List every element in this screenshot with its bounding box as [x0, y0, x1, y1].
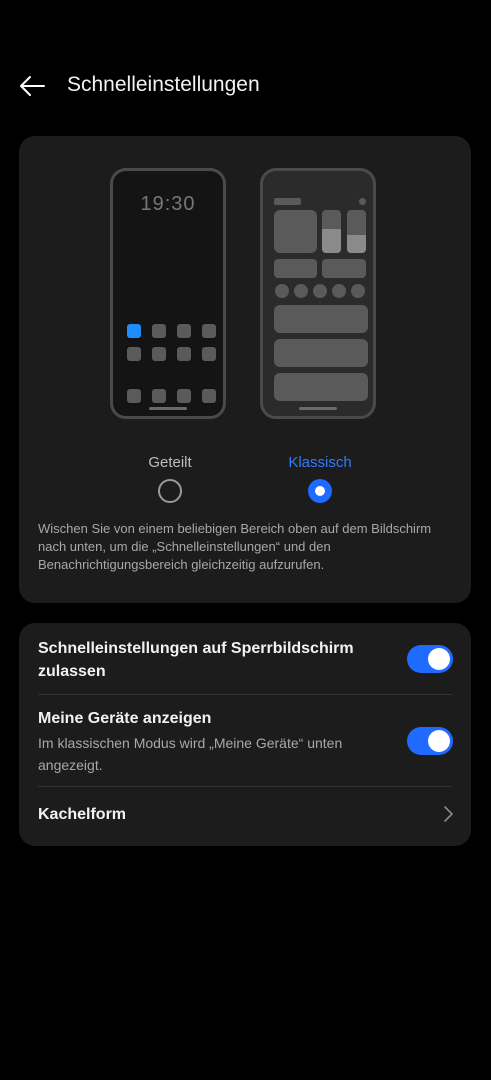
preview-block — [274, 259, 317, 278]
devices-setting-title: Meine Geräte anzeigen — [38, 710, 212, 727]
preview-dock-tile — [127, 389, 141, 403]
preview-block — [322, 259, 366, 278]
preview-slider-fill — [347, 235, 366, 253]
split-mode-preview[interactable]: 19:30 — [110, 168, 226, 419]
preview-tile — [127, 324, 141, 338]
option-classic-label[interactable]: Klassisch — [260, 454, 380, 471]
preview-slider-fill — [322, 229, 341, 253]
preview-tile — [202, 324, 216, 338]
preview-notification — [274, 339, 368, 367]
divider — [38, 694, 452, 695]
preview-tile — [152, 347, 166, 361]
lockscreen-toggle[interactable] — [407, 645, 453, 673]
preview-media-block — [274, 210, 317, 253]
tile-shape-setting[interactable]: Kachelform — [38, 803, 452, 826]
mode-description: Wischen Sie von einem beliebigen Bereich… — [38, 521, 432, 572]
divider — [38, 786, 452, 787]
toggle-knob — [428, 730, 450, 752]
classic-mode-preview[interactable] — [260, 168, 376, 419]
preview-home-bar — [299, 407, 337, 410]
preview-home-bar — [149, 407, 187, 410]
layout-selector-card: 19:30 Geteilt Klassisch Wischen Sie von … — [19, 136, 471, 603]
preview-tile — [177, 324, 191, 338]
classic-radio[interactable] — [308, 479, 332, 503]
preview-tile — [202, 347, 216, 361]
back-button[interactable] — [14, 68, 50, 104]
app-header: Schnelleinstellungen — [0, 60, 491, 112]
preview-dot — [294, 284, 308, 298]
preview-tile — [177, 347, 191, 361]
tile-shape-title: Kachelform — [38, 806, 127, 823]
preview-tile — [127, 347, 141, 361]
arrow-left-icon — [20, 76, 45, 96]
page-title: Schnelleinstellungen — [67, 73, 260, 96]
split-radio[interactable] — [158, 479, 182, 503]
settings-card: Schnelleinstellungen auf Sperrbildschirm… — [19, 623, 471, 846]
preview-dot — [313, 284, 327, 298]
radio-indicator — [315, 486, 325, 496]
preview-status-dot — [359, 198, 366, 205]
preview-clock: 19:30 — [140, 193, 196, 215]
devices-toggle[interactable] — [407, 727, 453, 755]
preview-notification — [274, 305, 368, 333]
chevron-right-icon — [444, 806, 453, 822]
preview-dock-tile — [177, 389, 191, 403]
preview-dot — [351, 284, 365, 298]
option-split-label[interactable]: Geteilt — [110, 454, 230, 471]
preview-tile — [152, 324, 166, 338]
preview-dot — [275, 284, 289, 298]
preview-dot — [332, 284, 346, 298]
preview-notification — [274, 373, 368, 401]
devices-setting-subtitle: Im klassischen Modus wird „Meine Geräte“… — [38, 735, 343, 773]
preview-dock-tile — [202, 389, 216, 403]
lockscreen-setting[interactable]: Schnelleinstellungen auf Sperrbildschirm… — [38, 637, 388, 683]
preview-dock-tile — [152, 389, 166, 403]
lockscreen-setting-title: Schnelleinstellungen auf Sperrbildschirm… — [38, 640, 354, 680]
toggle-knob — [428, 648, 450, 670]
devices-setting[interactable]: Meine Geräte anzeigen Im klassischen Mod… — [38, 707, 378, 776]
preview-status — [274, 198, 301, 205]
